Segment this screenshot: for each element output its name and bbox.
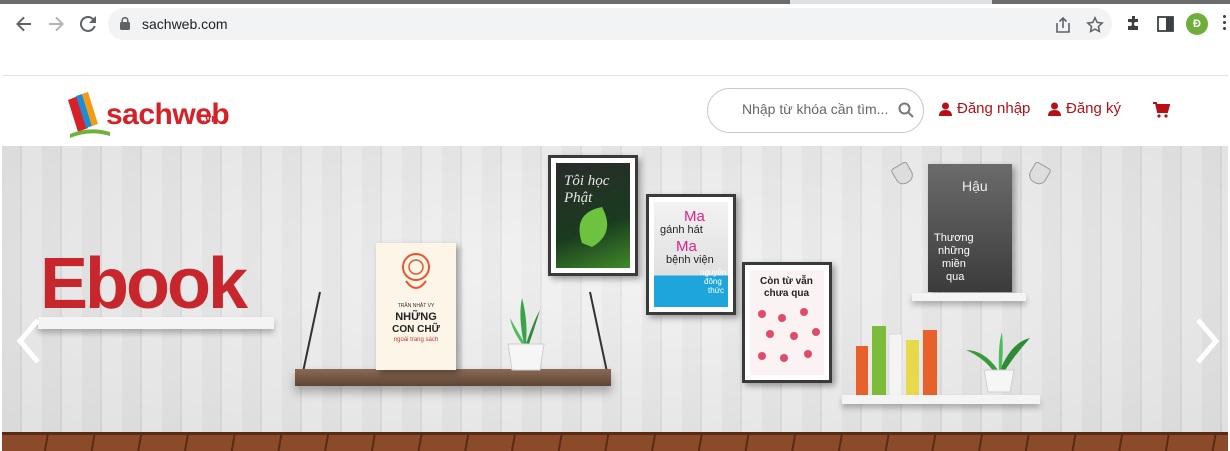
book-toi-hoc-phat[interactable]: Tôi học Phật [548, 155, 638, 276]
book-title-line4: qua [946, 271, 965, 283]
profile-avatar[interactable]: Đ [1186, 13, 1208, 35]
book-title-line2: CON CHỮ [392, 324, 440, 335]
hanging-wood-shelf [295, 369, 611, 386]
login-link[interactable]: Đăng nhập [939, 100, 1030, 117]
potted-plant-icon [966, 332, 1030, 393]
book-ma-ganh-hat[interactable]: Ma gánh hát Ma bệnh viện nguyễn đông thứ… [646, 194, 736, 315]
url-text: sachweb.com [142, 16, 228, 32]
book-author-line1: nguyễn [700, 268, 727, 277]
bookmark-star-icon[interactable] [1086, 16, 1104, 34]
book-title-line1: Còn từ vẫn [760, 276, 813, 287]
banner-headline: Ebook [40, 244, 248, 324]
browser-menu-icon[interactable] [1222, 15, 1228, 33]
address-bar[interactable]: sachweb.com [108, 8, 1112, 40]
book-subtitle: ngoài trang sách [393, 337, 439, 343]
search-icon[interactable] [898, 102, 914, 118]
lion-illustration-icon [402, 253, 430, 289]
login-label: Đăng nhập [957, 100, 1031, 117]
hero-banner: Ebook TRẦN NHẬT VY NHỮNG CON CHỮ ngoài t… [2, 146, 1228, 451]
lock-icon [120, 17, 130, 30]
user-icon [939, 102, 952, 116]
flower-pattern-icon [758, 308, 820, 362]
upper-right-shelf [912, 293, 1026, 301]
book-title-line1: Thương [934, 232, 974, 244]
logo-suffix: .vn [202, 113, 218, 125]
search-input[interactable] [742, 101, 894, 117]
back-button[interactable] [10, 10, 38, 38]
forward-button[interactable] [42, 10, 70, 38]
register-label: Đăng ký [1066, 100, 1122, 117]
reload-icon [80, 16, 96, 32]
wood-floor [2, 432, 1228, 451]
book-con-tu-van[interactable]: Còn từ vẫn chưa qua [742, 262, 832, 383]
book-nhung-con-chu[interactable]: TRẦN NHẬT VY NHỮNG CON CHỮ ngoài trang s… [376, 243, 456, 370]
book-stack-icon [856, 326, 937, 396]
site-header: sachweb .vn Đăng nhập Đăng ký [2, 76, 1228, 146]
book-title-line3: Ma [676, 238, 697, 255]
extensions-icon[interactable] [1124, 14, 1144, 34]
side-panel-icon[interactable] [1156, 14, 1176, 34]
potted-plant-icon [507, 298, 545, 371]
book-title-line2: những [938, 245, 970, 257]
register-link[interactable]: Đăng ký [1048, 100, 1121, 117]
carousel-next-icon[interactable] [1192, 316, 1222, 366]
shopping-cart-icon[interactable] [1152, 101, 1170, 119]
leaf-illustration-icon [579, 207, 608, 247]
book-title-line2: chưa qua [764, 288, 810, 299]
book-author: Hậu [962, 178, 988, 194]
book-author-line3: thức [708, 286, 725, 295]
browser-toolbar: sachweb.com Đ [0, 4, 1230, 44]
arrow-right-icon [49, 16, 64, 32]
arrow-left-icon [16, 16, 31, 32]
book-logo-icon [68, 92, 110, 138]
book-title: Tôi học Phật [564, 173, 610, 206]
book-author-line2: đông [704, 277, 722, 286]
left-wall-shelf [38, 317, 274, 329]
search-box [707, 88, 924, 133]
web-page: sachweb .vn Đăng nhập Đăng ký Ebook [2, 44, 1228, 451]
user-icon [1048, 102, 1061, 116]
book-title-line4: bệnh viện [666, 254, 714, 266]
carousel-prev-icon[interactable] [14, 316, 44, 366]
site-logo[interactable]: sachweb .vn [66, 88, 230, 138]
book-thuong-nhung-mien-qua[interactable]: Hậu Thương những miền qua [928, 164, 1012, 292]
book-title-line1: Ma [684, 208, 705, 225]
book-title-line1: NHỮNG [395, 311, 437, 323]
book-title-line2: gánh hát [660, 224, 703, 236]
share-icon[interactable] [1054, 16, 1072, 34]
book-author: TRẦN NHẬT VY [397, 303, 435, 309]
lower-right-shelf [842, 395, 1040, 404]
reload-button[interactable] [74, 10, 102, 38]
book-title-line3: miền [942, 258, 966, 270]
